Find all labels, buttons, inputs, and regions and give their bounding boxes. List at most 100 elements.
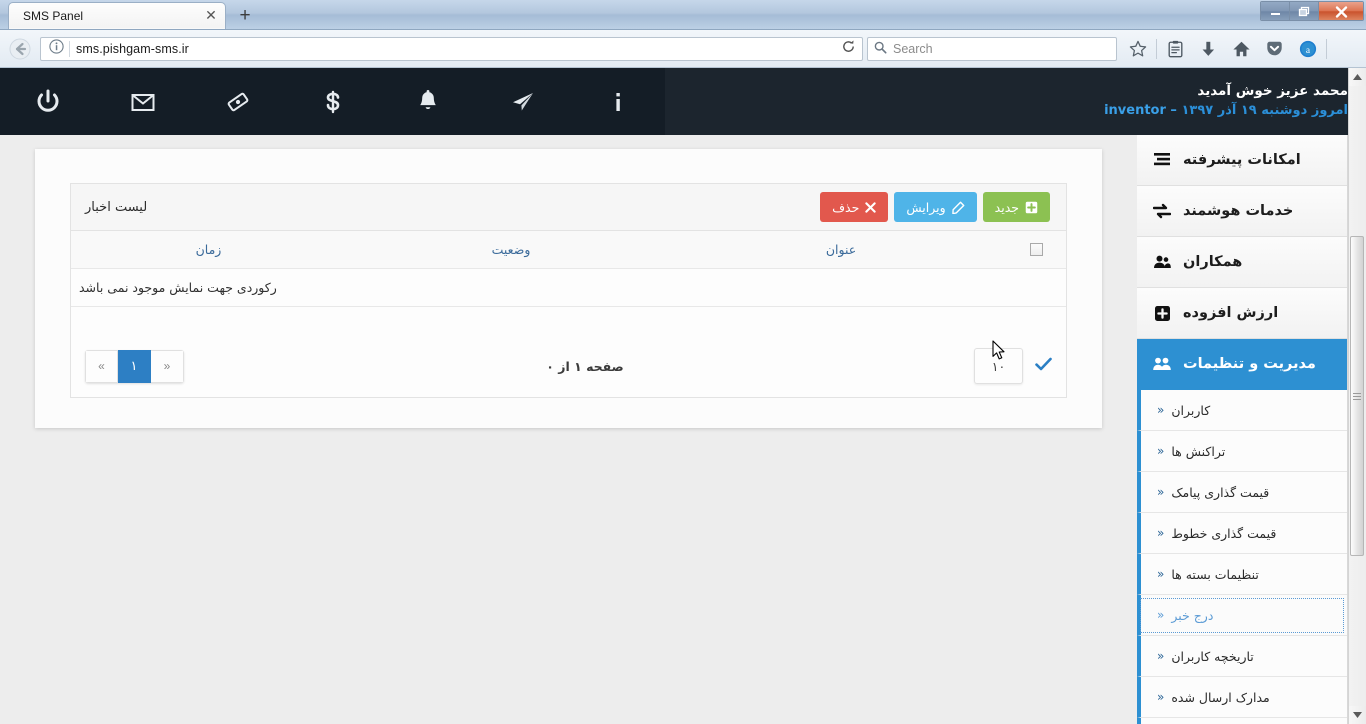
per-page-group: ۱۰	[974, 348, 1052, 384]
sidebar-subitem-label: تراکنش ها	[1171, 443, 1226, 459]
welcome-greeting: محمد عزیز خوش آمدید	[1197, 83, 1348, 100]
users-icon	[1151, 254, 1173, 270]
page-scrollbar[interactable]	[1348, 68, 1366, 724]
close-icon[interactable]: ✕	[203, 8, 219, 24]
search-input[interactable]	[887, 41, 1110, 56]
back-icon[interactable]	[4, 34, 36, 64]
title-bar: SMS Panel ✕ +	[0, 0, 1366, 30]
sidebar-item-partners[interactable]: همکاران	[1137, 237, 1347, 288]
info-icon[interactable]	[570, 68, 665, 135]
bookmark-star-icon[interactable]	[1121, 34, 1154, 64]
sidebar-subitem-label: درج خبر	[1171, 607, 1214, 623]
welcome-brand: inventor	[1104, 102, 1166, 118]
chevron-double-left-icon: «	[1157, 608, 1165, 622]
panel-action-buttons: حذف ویرایش جدید	[820, 192, 1050, 222]
column-header-status[interactable]: وضعیت	[346, 242, 676, 257]
site-info-icon[interactable]	[43, 39, 69, 58]
new-tab-button[interactable]: +	[230, 5, 260, 29]
select-all-cell	[1006, 243, 1066, 256]
home-icon[interactable]	[1225, 34, 1258, 64]
sidebar-item-management-settings[interactable]: مدیریت و تنظیمات	[1137, 339, 1347, 390]
download-icon[interactable]	[1192, 34, 1225, 64]
ticket-icon[interactable]	[190, 68, 285, 135]
sidebar-item-value-added[interactable]: ارزش افزوده	[1137, 288, 1347, 339]
toolbar-separator	[1156, 38, 1157, 59]
content-card: حذف ویرایش جدید لیست اخبار عنوان وضعیت ز…	[35, 149, 1102, 428]
sidebar-subitem-sms-pricing[interactable]: قیمت گذاری پیامک «	[1137, 472, 1347, 513]
app-top-nav: محمد عزیز خوش آمدید امروز دوشنبه ۱۹ آذر …	[0, 68, 1348, 135]
sidebar-subitem-add-news[interactable]: درج خبر «	[1137, 595, 1347, 636]
scroll-down-arrow-icon[interactable]	[1349, 706, 1366, 724]
power-icon[interactable]	[0, 68, 95, 135]
pager-prev-button[interactable]: «	[85, 349, 118, 383]
check-icon[interactable]	[1035, 357, 1052, 375]
navigation-toolbar: sms.pishgam-sms.ir Search a	[0, 30, 1366, 68]
pager: « ۱ »	[85, 349, 184, 383]
column-header-time[interactable]: زمان	[71, 242, 346, 257]
exchange-icon	[1151, 203, 1173, 219]
hamburger-menu-icon[interactable]	[1329, 34, 1362, 64]
sidebar-subitem-label: مدارک ارسال شده	[1171, 689, 1270, 705]
sidebar-subitem-line-pricing[interactable]: قیمت گذاری خطوط «	[1137, 513, 1347, 554]
scrollbar-thumb[interactable]	[1350, 236, 1364, 556]
column-header-title[interactable]: عنوان	[676, 242, 1006, 257]
browser-viewport: محمد عزیز خوش آمدید امروز دوشنبه ۱۹ آذر …	[0, 68, 1366, 724]
sidebar-subitem-label: تنظیمات بسته ها	[1171, 566, 1259, 582]
sidebar-subitem-sent-documents[interactable]: مدارک ارسال شده «	[1137, 677, 1347, 718]
grip-icon	[1353, 392, 1361, 400]
edit-button[interactable]: ویرایش	[894, 192, 977, 222]
delete-button[interactable]: حذف	[820, 192, 889, 222]
sidebar-subitem-users[interactable]: کاربران «	[1137, 390, 1347, 431]
delete-button-label: حذف	[832, 199, 860, 215]
chevron-double-left-icon: «	[1157, 403, 1165, 417]
chevron-double-left-icon: «	[1157, 567, 1165, 581]
scroll-up-arrow-icon[interactable]	[1349, 68, 1366, 86]
chevron-double-left-icon: «	[1157, 649, 1165, 663]
restore-button[interactable]	[1290, 2, 1319, 20]
per-page-select[interactable]: ۱۰	[974, 348, 1023, 384]
times-icon	[865, 201, 877, 213]
window-controls	[1260, 1, 1364, 21]
top-nav-icon-group	[0, 68, 665, 135]
select-all-checkbox[interactable]	[1029, 243, 1043, 256]
close-window-button[interactable]	[1319, 2, 1363, 20]
welcome-date: امروز دوشنبه ۱۹ آذر ۱۳۹۷	[1181, 102, 1348, 118]
reload-icon[interactable]	[836, 39, 860, 58]
dollar-icon[interactable]	[285, 68, 380, 135]
envelope-icon[interactable]	[95, 68, 190, 135]
pager-page-1-button[interactable]: ۱	[118, 349, 151, 383]
sidebar-subitem-label: تاریخچه کاربران	[1171, 648, 1254, 664]
paper-plane-icon[interactable]	[475, 68, 570, 135]
app-body: امکانات پیشرفته خدمات هوشمند همکاران ارز…	[0, 135, 1348, 724]
bars-icon	[1151, 152, 1173, 168]
sidebar-subitem-transactions[interactable]: تراکنش ها «	[1137, 431, 1347, 472]
sidebar-subitem-send-message-users[interactable]: ارسل پیام به کاربران «	[1137, 718, 1347, 724]
bell-icon[interactable]	[380, 68, 475, 135]
main-content: حذف ویرایش جدید لیست اخبار عنوان وضعیت ز…	[0, 135, 1137, 724]
pocket-icon[interactable]	[1258, 34, 1291, 64]
sidebar-subitem-user-history[interactable]: تاریخچه کاربران «	[1137, 636, 1347, 677]
browser-tab[interactable]: SMS Panel ✕	[8, 2, 226, 29]
addon-account-icon[interactable]: a	[1291, 34, 1324, 64]
sidebar: امکانات پیشرفته خدمات هوشمند همکاران ارز…	[1137, 135, 1348, 724]
search-icon	[874, 39, 887, 58]
search-bar[interactable]	[867, 36, 1117, 61]
panel-header: حذف ویرایش جدید لیست اخبار	[71, 184, 1066, 231]
chevron-double-left-icon: «	[1157, 444, 1165, 458]
tab-strip: SMS Panel ✕ +	[0, 0, 260, 29]
sidebar-item-label: همکاران	[1183, 254, 1243, 270]
url-bar[interactable]: sms.pishgam-sms.ir	[40, 36, 863, 61]
sidebar-subitem-package-settings[interactable]: تنظیمات بسته ها «	[1137, 554, 1347, 595]
web-page: محمد عزیز خوش آمدید امروز دوشنبه ۱۹ آذر …	[0, 68, 1348, 724]
scrollbar-track[interactable]	[1349, 86, 1366, 706]
sidebar-item-label: امکانات پیشرفته	[1183, 152, 1301, 168]
sidebar-subitem-label: قیمت گذاری پیامک	[1171, 484, 1270, 500]
table-header-row: عنوان وضعیت زمان	[71, 231, 1066, 269]
sidebar-item-smart-services[interactable]: خدمات هوشمند	[1137, 186, 1347, 237]
new-button[interactable]: جدید	[982, 192, 1050, 222]
new-button-label: جدید	[994, 199, 1019, 215]
minimize-button[interactable]	[1261, 2, 1290, 20]
pager-next-button[interactable]: »	[151, 349, 184, 383]
sidebar-item-advanced[interactable]: امکانات پیشرفته	[1137, 135, 1347, 186]
library-icon[interactable]	[1159, 34, 1192, 64]
